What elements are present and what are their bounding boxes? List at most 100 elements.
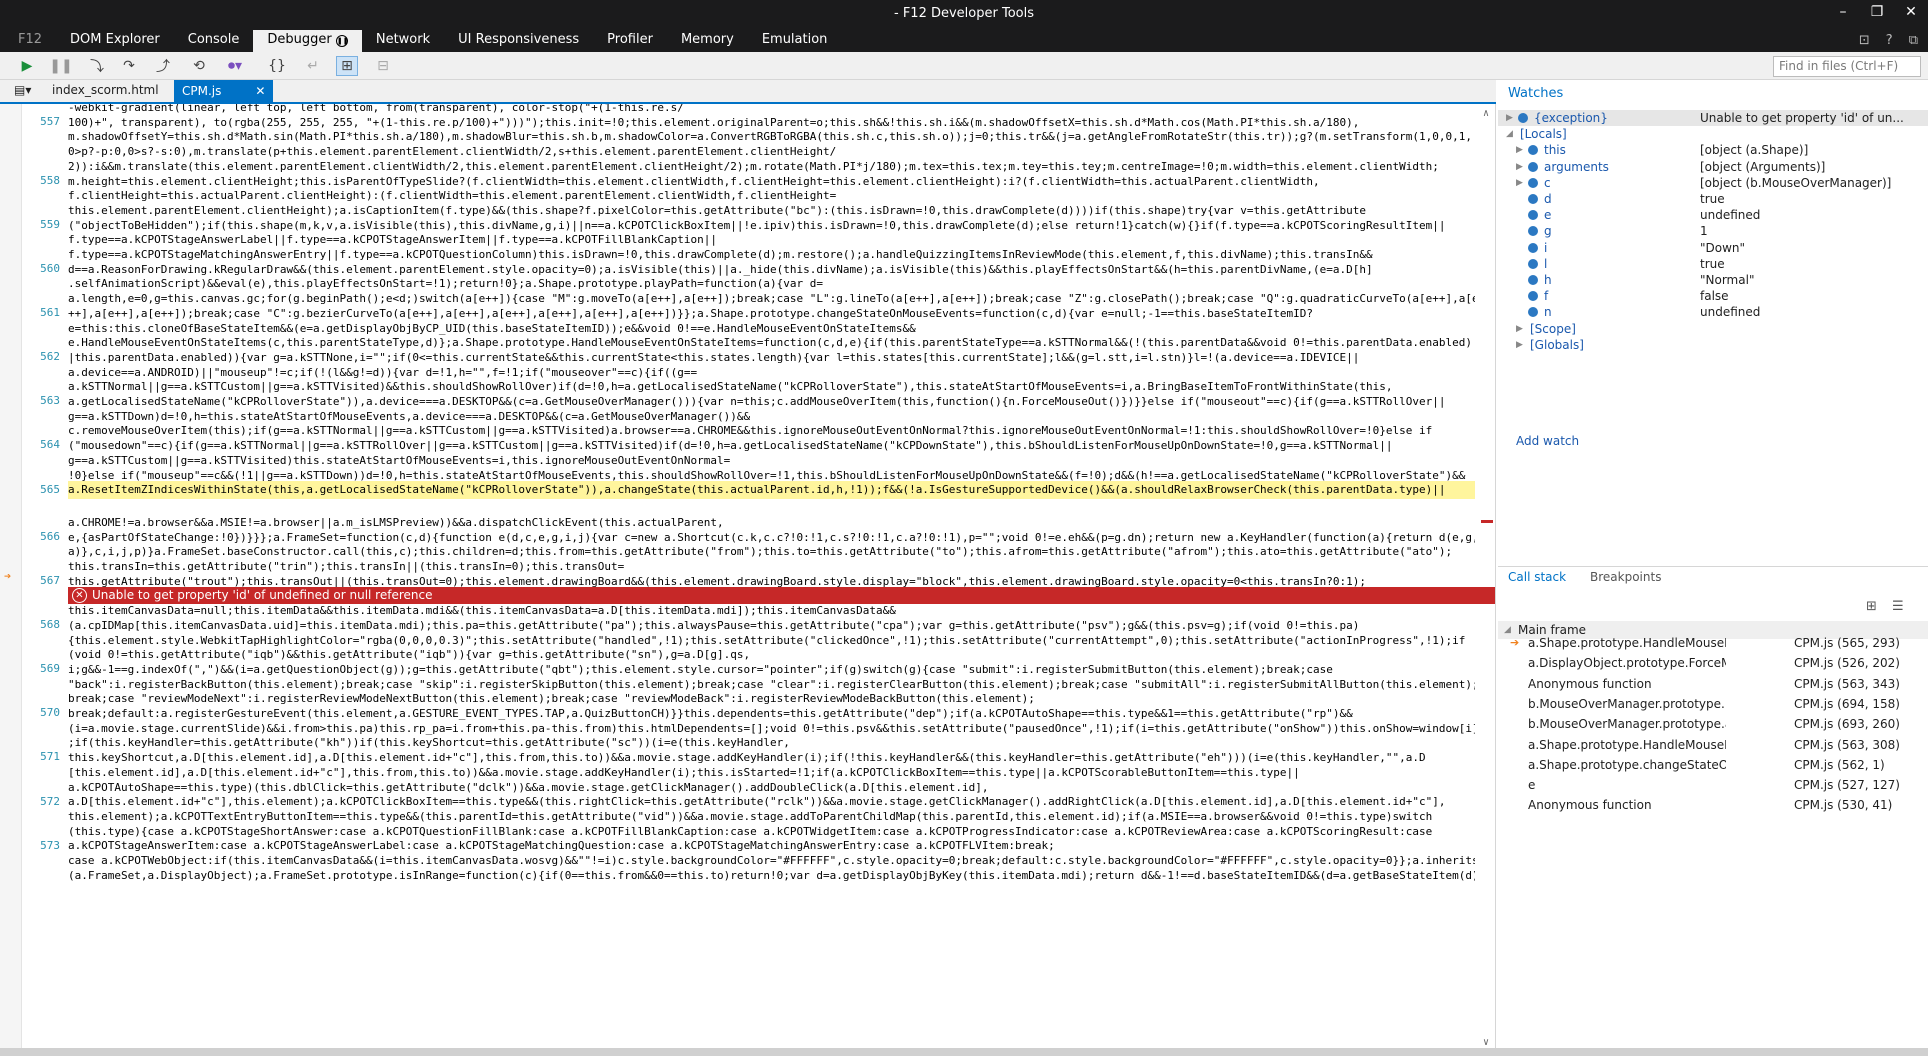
watch-row[interactable]: h "Normal"	[1498, 272, 1928, 288]
watch-row[interactable]: ◢ [Locals]	[1498, 126, 1928, 142]
exception-message: Unable to get property 'id' of undefined…	[92, 588, 433, 602]
tab-emulation[interactable]: Emulation	[748, 30, 842, 52]
frame-location: CPM.js (694, 158)	[1794, 696, 1900, 711]
watch-value: "Normal"	[1700, 273, 1755, 287]
callstack-frame[interactable]: b.MouseOverManager.prototype.addMouseO..…	[1498, 714, 1928, 734]
watch-row[interactable]: ▶ c [object (b.MouseOverManager)]	[1498, 175, 1928, 191]
scroll-up-icon[interactable]: ∧	[1479, 108, 1493, 119]
tab-call-stack[interactable]: Call stack	[1508, 570, 1566, 584]
file-tab-index-scorm[interactable]: index_scorm.html	[52, 83, 159, 97]
help-icon[interactable]: ?	[1886, 33, 1893, 48]
variable-icon	[1528, 291, 1538, 302]
break-icon[interactable]: ❚❚	[49, 56, 72, 76]
expand-icon[interactable]: ▶	[1516, 142, 1523, 158]
continue-icon[interactable]: ▶	[16, 56, 38, 76]
break-on-new-worker-icon[interactable]: ⟲	[188, 56, 210, 76]
add-watch-link[interactable]: Add watch	[1516, 434, 1579, 448]
watch-row[interactable]: i "Down"	[1498, 240, 1928, 256]
line-number: 568	[40, 618, 60, 632]
source-maps-icon[interactable]: ⊟	[372, 56, 394, 76]
expand-icon[interactable]: ▶	[1506, 110, 1513, 126]
line-number: 558	[40, 173, 60, 187]
delete-icon[interactable]: ☰	[1892, 599, 1904, 614]
just-my-code-icon[interactable]: ⊞	[336, 56, 358, 76]
callstack-frame[interactable]: ➔ a.Shape.prototype.HandleMouseEventOnSta…	[1498, 633, 1928, 653]
watches-panel: Watches ⊕ ☰ ▶{exception}Unable to get pr…	[1498, 80, 1928, 554]
watch-value: undefined	[1700, 208, 1761, 223]
tab-profiler[interactable]: Profiler	[593, 30, 667, 52]
watch-value: true	[1700, 192, 1725, 206]
tab-console[interactable]: Console	[174, 30, 254, 52]
watch-row[interactable]: f false	[1498, 288, 1928, 304]
watch-row[interactable]: e undefined	[1498, 207, 1928, 223]
tab-breakpoints[interactable]: Breakpoints	[1590, 570, 1661, 584]
main-tab-bar: F12 DOM Explorer Console Debugger ❚❚ Net…	[0, 30, 1928, 52]
current-frame-arrow-icon: ➔	[1510, 636, 1520, 649]
expand-icon[interactable]: ▶	[1516, 175, 1523, 191]
variable-icon	[1518, 113, 1528, 123]
callstack-frame[interactable]: a.Shape.prototype.changeStateOnMouseEven…	[1498, 755, 1928, 775]
callstack-frame[interactable]: Anonymous function CPM.js (563, 343)	[1498, 674, 1928, 694]
horizontal-scrollbar[interactable]	[0, 1048, 1928, 1056]
watch-row[interactable]: l true	[1498, 256, 1928, 272]
find-in-files-input[interactable]: Find in files (Ctrl+F)	[1773, 56, 1921, 77]
callstack-frame[interactable]: a.DisplayObject.prototype.ForceMouseOut C…	[1498, 653, 1928, 673]
tab-memory[interactable]: Memory	[667, 30, 748, 52]
frame-function: Anonymous function	[1528, 676, 1652, 691]
file-tab-cpm-js[interactable]: CPM.js ✕	[174, 80, 274, 104]
tab-debugger[interactable]: Debugger ❚❚	[253, 30, 362, 52]
unpin-icon[interactable]: ⧉	[1909, 33, 1918, 48]
frame-function: b.MouseOverManager.prototype.DoMouseOu..…	[1528, 696, 1726, 711]
variable-icon	[1528, 194, 1538, 204]
watch-row[interactable]: ▶ [Scope]	[1498, 321, 1928, 337]
callstack-frame[interactable]: Anonymous function CPM.js (530, 41)	[1498, 795, 1928, 815]
minimize-icon[interactable]: –	[1826, 4, 1860, 20]
watch-row[interactable]: n undefined	[1498, 304, 1928, 320]
show-frames-icon[interactable]: ⊞	[1866, 599, 1877, 614]
tab-dom-explorer[interactable]: DOM Explorer	[56, 30, 174, 52]
watch-row[interactable]: ▶ arguments [object (Arguments)]	[1498, 159, 1928, 175]
tab-network[interactable]: Network	[362, 30, 444, 52]
watch-row[interactable]: ▶ this [object (a.Shape)]	[1498, 142, 1928, 158]
variable-icon	[1528, 177, 1538, 188]
pretty-print-icon[interactable]: {}	[266, 56, 288, 76]
step-out-icon[interactable]: ⤴	[152, 56, 174, 76]
watch-value: [object (Arguments)]	[1700, 159, 1826, 174]
exception-behavior-icon[interactable]: ⏺▾	[224, 56, 246, 76]
tab-ui-responsiveness[interactable]: UI Responsiveness	[444, 30, 593, 52]
frame-location: CPM.js (527, 127)	[1794, 778, 1900, 793]
watch-name: h	[1544, 273, 1552, 287]
expand-icon[interactable]: ▶	[1516, 321, 1523, 337]
watch-row[interactable]: d true	[1498, 191, 1928, 207]
scroll-down-icon[interactable]: ∨	[1479, 1037, 1493, 1048]
frame-location: CPM.js (530, 41)	[1794, 798, 1893, 813]
step-over-icon[interactable]: ↷	[118, 56, 140, 76]
callstack-panel: Call stack Breakpoints ⊞ ☰ ◢ Main frame ➔…	[1498, 566, 1928, 1056]
expand-icon[interactable]: ▶	[1516, 159, 1523, 175]
word-wrap-icon[interactable]: ↵	[302, 56, 324, 76]
code-scrollbar[interactable]: ∧ ∨	[1479, 108, 1493, 1048]
console-toggle-icon[interactable]: ⊡	[1859, 33, 1870, 48]
watch-row[interactable]: g1	[1498, 223, 1928, 239]
step-into-icon[interactable]: ⤵	[86, 56, 108, 76]
line-number: 570	[40, 706, 60, 720]
close-tab-icon[interactable]: ✕	[255, 84, 265, 98]
line-number: 564	[40, 438, 60, 452]
code-editor[interactable]: 557 -webkit-gradient(linear, left top, le…	[0, 104, 1496, 1052]
restore-icon[interactable]: ❐	[1860, 4, 1894, 20]
watch-name: [Locals]	[1520, 127, 1567, 142]
callstack-frame[interactable]: e CPM.js (527, 127)	[1498, 775, 1928, 795]
callstack-frame[interactable]: b.MouseOverManager.prototype.DoMouseOu..…	[1498, 694, 1928, 714]
file-list-icon[interactable]: ▤▾	[14, 83, 31, 97]
expand-icon[interactable]: ▶	[1516, 337, 1523, 353]
frame-function: a.Shape.prototype.changeStateOnMouseEven…	[1528, 757, 1726, 772]
close-icon[interactable]: ✕	[1894, 4, 1928, 20]
window-title: - F12 Developer Tools	[894, 6, 1034, 21]
callstack-frame[interactable]: a.Shape.prototype.HandleMouseEventOnStat…	[1498, 735, 1928, 755]
expand-icon[interactable]: ◢	[1506, 126, 1513, 142]
line-number: 560	[40, 262, 60, 275]
watch-row[interactable]: ▶ {exception} Unable to get property 'id' …	[1498, 110, 1928, 126]
line-number: 561	[40, 306, 60, 320]
watch-row[interactable]: ▶ [Globals]	[1498, 337, 1928, 353]
frame-location: CPM.js (693, 260)	[1794, 717, 1900, 732]
